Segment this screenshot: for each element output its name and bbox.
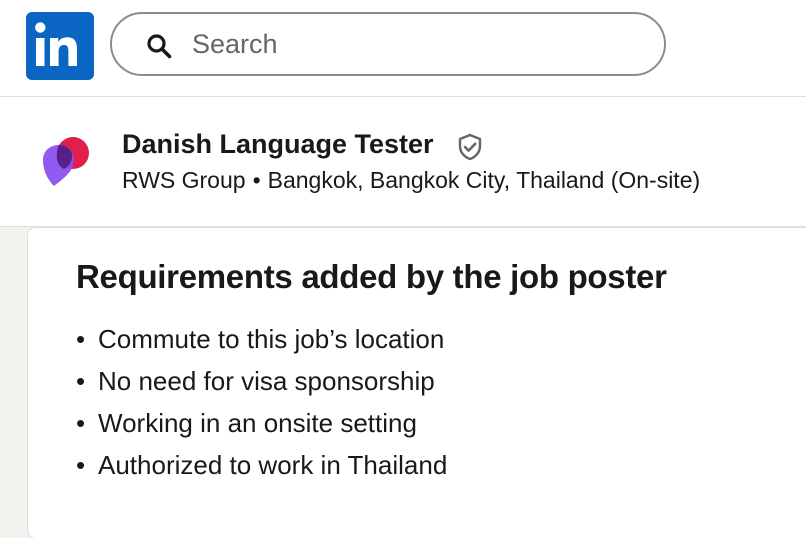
bullet: •	[76, 408, 86, 438]
requirement-item: • No need for visa sponsorship	[76, 360, 447, 402]
bullet: •	[76, 450, 86, 480]
requirement-text: Working in an onsite setting	[98, 408, 417, 438]
bullet: •	[76, 324, 86, 354]
search-icon	[147, 34, 172, 59]
requirements-title: Requirements added by the job poster	[76, 258, 667, 295]
bullet: •	[76, 366, 86, 396]
requirement-text: Commute to this job’s location	[98, 324, 445, 354]
requirement-item: • Working in an onsite setting	[76, 402, 447, 444]
verified-shield-icon	[458, 133, 482, 161]
search-input[interactable]	[192, 22, 632, 66]
requirements-card: Requirements added by the job poster • Co…	[28, 228, 806, 538]
requirement-text: No need for visa sponsorship	[98, 366, 435, 396]
requirement-item: • Commute to this job’s location	[76, 318, 447, 360]
job-subtitle: RWS Group • Bangkok, Bangkok City, Thailan…	[122, 167, 700, 194]
separator: •	[252, 167, 261, 193]
requirement-item: • Authorized to work in Thailand	[76, 444, 447, 486]
requirement-text: Authorized to work in Thailand	[98, 450, 448, 480]
global-nav	[0, 0, 806, 97]
search-bar[interactable]	[110, 12, 666, 76]
job-title[interactable]: Danish Language Tester	[122, 129, 434, 160]
rws-logo-icon[interactable]	[40, 133, 92, 187]
requirements-list: • Commute to this job’s location • No need…	[76, 318, 447, 486]
job-location: Bangkok, Bangkok City, Thailand (On-site…	[267, 167, 701, 193]
linkedin-logo-icon[interactable]	[26, 12, 94, 80]
company-name[interactable]: RWS Group	[122, 167, 246, 193]
job-header: Danish Language Tester RWS Group • Bangkok…	[0, 97, 806, 227]
